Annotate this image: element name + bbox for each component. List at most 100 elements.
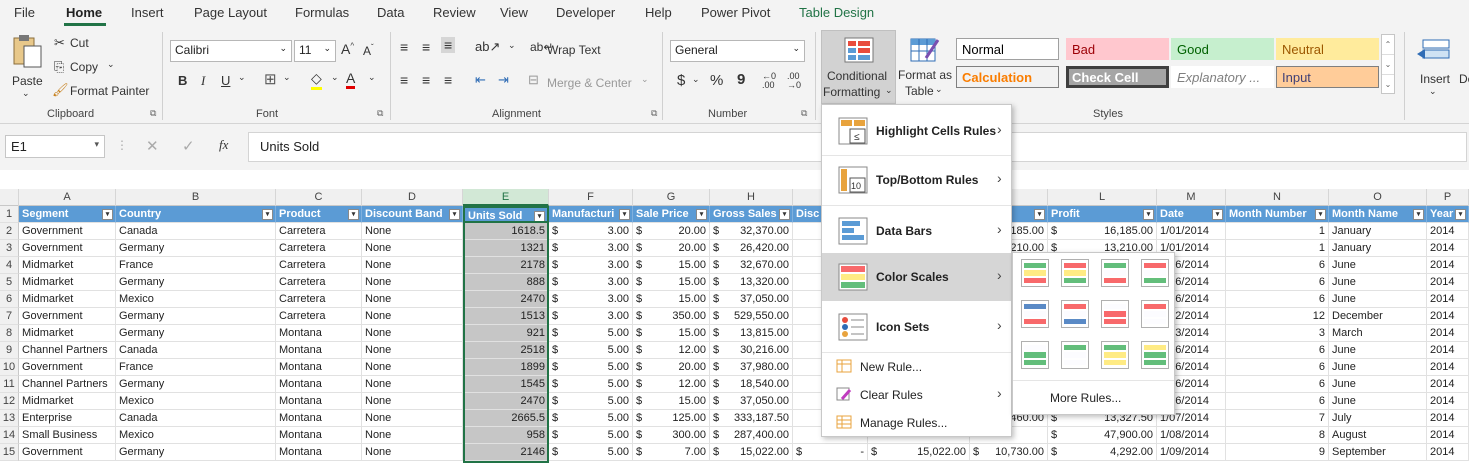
color-scale-option[interactable] [1021,341,1049,369]
table-cell[interactable]: 958 [463,427,549,444]
menu-item-clear-rules[interactable]: Clear Rules › [822,382,1011,408]
menu-item-icon-sets[interactable]: Icon Sets › [822,303,1011,351]
table-cell[interactable]: $15.00 [633,257,710,274]
column-header-l[interactable]: L [1048,189,1157,206]
table-cell[interactable]: None [362,291,463,308]
table-cell[interactable]: $13,815.00 [710,325,793,342]
table-cell[interactable]: September [1329,444,1427,461]
color-scale-option[interactable] [1021,259,1049,287]
table-cell[interactable]: 2518 [463,342,549,359]
table-cell[interactable]: $3.00 [549,223,633,240]
cell-style-good[interactable]: Good [1171,38,1274,60]
column-header-e[interactable]: E [463,189,549,206]
row-header[interactable]: 11 [0,376,19,393]
insert-cells-button[interactable]: Insert ⌄ [1411,30,1457,104]
color-scale-option[interactable] [1061,341,1089,369]
menu-item-data-bars[interactable]: Data Bars › [822,207,1011,255]
table-cell[interactable]: 7 [1226,410,1329,427]
table-header-cell[interactable]: Date ▾ [1157,206,1226,223]
column-header-a[interactable]: A [19,189,116,206]
table-cell[interactable]: None [362,240,463,257]
table-cell[interactable]: $333,187.50 [710,410,793,427]
table-cell[interactable]: June [1329,342,1427,359]
table-cell[interactable]: Germany [116,444,276,461]
cell-style-normal[interactable]: Normal [956,38,1059,60]
table-cell[interactable]: Montana [276,444,362,461]
column-header-m[interactable]: M [1157,189,1226,206]
table-cell[interactable]: 1/09/2014 [1157,444,1226,461]
table-cell[interactable]: 1321 [463,240,549,257]
table-cell[interactable]: France [116,359,276,376]
table-cell[interactable]: $47,900.00 [1048,427,1157,444]
tab-file[interactable]: File [14,5,35,20]
enter-icon[interactable]: ✓ [182,137,195,155]
row-header[interactable]: 8 [0,325,19,342]
menu-item-manage-rules[interactable]: Manage Rules... [822,410,1011,436]
tab-insert[interactable]: Insert [131,5,164,20]
row-header[interactable]: 12 [0,393,19,410]
dialog-launcher-icon[interactable]: ⧉ [377,108,383,119]
table-cell[interactable]: 2014 [1427,257,1469,274]
table-cell[interactable]: Montana [276,410,362,427]
table-cell[interactable]: $15,022.00 [868,444,970,461]
filter-dropdown-icon[interactable]: ▾ [1315,209,1326,220]
table-cell[interactable]: $32,370.00 [710,223,793,240]
table-cell[interactable]: $12.00 [633,342,710,359]
table-header-cell[interactable]: Units Sold ▾ [463,206,549,223]
cell-style-check-cell[interactable]: Check Cell [1066,66,1169,88]
table-cell[interactable]: Government [19,308,116,325]
color-scale-option[interactable] [1141,341,1169,369]
table-cell[interactable]: 1618.5 [463,223,549,240]
color-scale-option[interactable] [1061,300,1089,328]
dialog-launcher-icon[interactable]: ⧉ [801,108,807,119]
table-cell[interactable]: $10,730.00 [970,444,1048,461]
styles-scroll[interactable]: ⌃ ⌄ ⌄ [1381,34,1395,94]
select-all-corner[interactable] [0,189,19,206]
filter-dropdown-icon[interactable]: ▾ [102,209,113,220]
table-cell[interactable]: $15.00 [633,291,710,308]
decrease-indent-icon[interactable]: ⇤ [475,72,486,88]
chevron-down-icon[interactable]: ⌄ [368,72,376,83]
chevron-down-icon[interactable]: ⌄ [641,74,649,85]
table-cell[interactable]: March [1329,325,1427,342]
cut-icon[interactable]: ✂ [54,35,65,51]
table-cell[interactable]: None [362,410,463,427]
table-cell[interactable]: 1/01/2014 [1157,223,1226,240]
row-header[interactable]: 14 [0,427,19,444]
table-cell[interactable]: $5.00 [549,444,633,461]
table-header-cell[interactable]: Sale Price ▾ [633,206,710,223]
tab-home[interactable]: Home [66,5,102,20]
table-cell[interactable]: Germany [116,274,276,291]
table-cell[interactable]: $15,022.00 [710,444,793,461]
table-cell[interactable]: Government [19,223,116,240]
chevron-down-icon[interactable]: ⌄ [22,88,30,99]
table-header-cell[interactable]: Month Name ▾ [1329,206,1427,223]
table-cell[interactable]: Montana [276,427,362,444]
column-header-o[interactable]: O [1329,189,1427,206]
table-cell[interactable]: Mexico [116,393,276,410]
table-cell[interactable]: $13,320.00 [710,274,793,291]
font-size-select[interactable]: 11 ⌄ [294,40,336,62]
table-cell[interactable]: 2178 [463,257,549,274]
table-cell[interactable]: $7.00 [633,444,710,461]
table-cell[interactable]: Montana [276,325,362,342]
table-header-cell[interactable]: Product ▾ [276,206,362,223]
table-cell[interactable]: 2014 [1427,240,1469,257]
table-cell[interactable]: 12 [1226,308,1329,325]
table-cell[interactable]: None [362,359,463,376]
color-scale-option[interactable] [1061,259,1089,287]
row-header[interactable]: 2 [0,223,19,240]
table-cell[interactable]: Government [19,240,116,257]
tab-data[interactable]: Data [377,5,404,20]
table-cell[interactable]: Germany [116,376,276,393]
menu-item-highlight-cells-rules[interactable]: ≤ Highlight Cells Rules › [822,107,1011,155]
table-cell[interactable]: None [362,274,463,291]
decrease-decimal-icon[interactable]: .00 →0 [787,72,801,90]
font-name-select[interactable]: Calibri ⌄ [170,40,292,62]
align-center-icon[interactable]: ≡ [422,72,430,88]
format-as-table-button[interactable]: Format as Table ⌄ [897,30,955,104]
paste-button[interactable]: Paste ⌄ [8,32,46,102]
tab-table-design[interactable]: Table Design [799,5,874,20]
filter-dropdown-icon[interactable]: ▾ [619,209,630,220]
row-header[interactable]: 7 [0,308,19,325]
